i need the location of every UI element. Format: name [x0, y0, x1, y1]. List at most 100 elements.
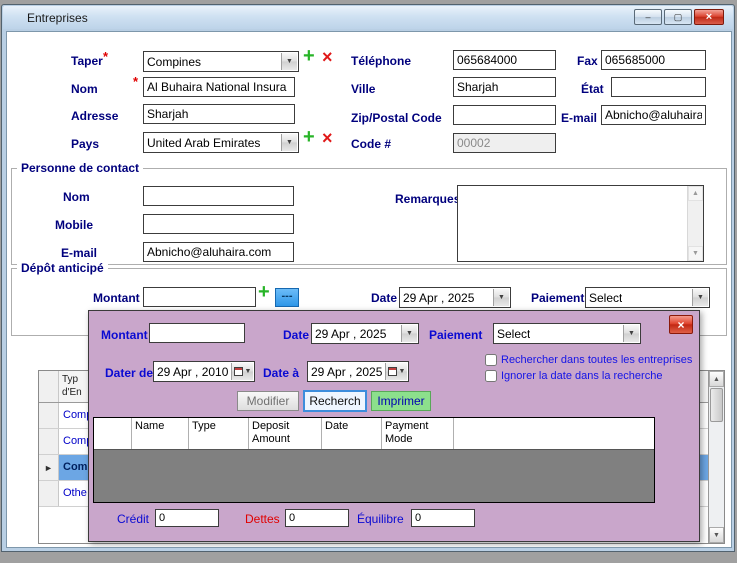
modifier-button[interactable]: Modifier: [237, 391, 299, 411]
check-ignore-date-box[interactable]: [485, 370, 497, 382]
taper-label: Taper: [71, 54, 103, 68]
contact-mobile-label: Mobile: [55, 218, 93, 232]
dialog-paiement-select[interactable]: Select ▼: [493, 323, 641, 344]
dialog-paiement-label: Paiement: [429, 328, 482, 342]
grid-scrollbar[interactable]: ▲ ▼: [708, 371, 724, 543]
nom-input[interactable]: [143, 77, 295, 97]
equilibre-label: Équilibre: [357, 512, 404, 526]
form-client-area: Taper * Compines ▼ + × Téléphone Fax Nom…: [6, 31, 732, 548]
contact-nom-input[interactable]: [143, 186, 294, 206]
fax-input[interactable]: [601, 50, 706, 70]
browse-deposits-button[interactable]: ---: [275, 288, 299, 307]
recherch-button[interactable]: Recherch: [303, 390, 367, 412]
close-button[interactable]: ×: [694, 9, 724, 25]
check-all-companies-box[interactable]: [485, 354, 497, 366]
row-selector[interactable]: [39, 481, 59, 506]
delete-country-icon[interactable]: ×: [322, 128, 333, 148]
row-selector[interactable]: [39, 429, 59, 454]
taper-select[interactable]: Compines ▼: [143, 51, 299, 72]
dialog-close-button[interactable]: ×: [669, 315, 693, 334]
date-a-picker[interactable]: 29 Apr , 2025 ▼: [307, 361, 409, 382]
scroll-down-icon[interactable]: ▼: [688, 246, 703, 261]
check-ignore-date[interactable]: Ignorer la date dans la recherche: [485, 370, 662, 383]
montant-input[interactable]: [143, 287, 256, 307]
remarques-input[interactable]: ▲ ▼: [457, 185, 704, 262]
row-selector[interactable]: [39, 403, 59, 428]
paiement-select[interactable]: Select ▼: [585, 287, 710, 308]
contact-email-label: E-mail: [61, 246, 97, 260]
close-icon: ×: [706, 11, 712, 23]
pays-select[interactable]: United Arab Emirates ▼: [143, 132, 299, 153]
scroll-up-icon[interactable]: ▲: [709, 371, 724, 387]
table-header-deposit-amount[interactable]: Deposit Amount: [249, 418, 322, 449]
paiement-value: Select: [589, 291, 622, 305]
close-icon: ×: [677, 318, 684, 332]
date-a-label: Date à: [263, 366, 299, 380]
add-type-icon[interactable]: +: [303, 46, 315, 66]
dialog-date-label: Date: [283, 328, 309, 342]
titlebar[interactable]: Entreprises – ▢ ×: [3, 6, 733, 29]
date-a-value: 29 Apr , 2025: [311, 365, 382, 379]
adresse-input[interactable]: [143, 104, 295, 124]
credit-input[interactable]: [155, 509, 219, 527]
chevron-down-icon: ▼: [281, 53, 297, 70]
dater-de-picker[interactable]: 29 Apr , 2010 ▼: [153, 361, 255, 382]
zip-input[interactable]: [453, 105, 556, 125]
adresse-label: Adresse: [71, 109, 118, 123]
dialog-montant-input[interactable]: [149, 323, 245, 343]
credit-label: Crédit: [117, 512, 149, 526]
contact-nom-label: Nom: [63, 190, 90, 204]
contact-email-input[interactable]: [143, 242, 294, 262]
ville-input[interactable]: [453, 77, 556, 97]
deposit-date-select[interactable]: 29 Apr , 2025 ▼: [399, 287, 511, 308]
dialog-date-value: 29 Apr , 2025: [315, 327, 386, 341]
etat-label: État: [581, 82, 604, 96]
equilibre-input[interactable]: [411, 509, 475, 527]
dialog-montant-label: Montant: [101, 328, 148, 342]
dettes-input[interactable]: [285, 509, 349, 527]
remarques-label: Remarques: [395, 192, 460, 206]
scrollbar-thumb[interactable]: [710, 388, 723, 422]
window-title: Entreprises: [27, 11, 88, 25]
maximize-button[interactable]: ▢: [664, 9, 692, 25]
scroll-up-icon[interactable]: ▲: [688, 186, 703, 201]
email-input[interactable]: [601, 105, 706, 125]
zip-label: Zip/Postal Code: [351, 111, 442, 125]
add-deposit-icon[interactable]: +: [258, 282, 270, 302]
taper-value: Compines: [147, 55, 201, 69]
table-header-date[interactable]: Date: [322, 418, 382, 449]
dialog-date-select[interactable]: 29 Apr , 2025 ▼: [311, 323, 419, 344]
deposit-group-title: Dépôt anticipé: [17, 261, 108, 275]
imprimer-button[interactable]: Imprimer: [371, 391, 431, 411]
table-header-selector: [94, 418, 132, 449]
remarques-scrollbar[interactable]: ▲ ▼: [687, 186, 703, 261]
scroll-down-icon[interactable]: ▼: [709, 527, 724, 543]
contact-group-title: Personne de contact: [17, 161, 143, 175]
contact-mobile-input[interactable]: [143, 214, 294, 234]
add-country-icon[interactable]: +: [303, 127, 315, 147]
taper-required-marker: *: [103, 49, 108, 64]
dater-de-label: Dater de: [105, 366, 153, 380]
maximize-icon: ▢: [674, 12, 683, 23]
dater-de-value: 29 Apr , 2010: [157, 365, 228, 379]
chevron-down-icon: ▼: [623, 325, 639, 342]
deposit-date-label: Date: [371, 291, 397, 305]
current-row-icon: ►: [44, 463, 53, 473]
table-header-payment-mode[interactable]: Payment Mode: [382, 418, 454, 449]
table-header-type[interactable]: Type: [189, 418, 249, 449]
table-header-filler: [454, 418, 654, 449]
nom-required-marker: *: [133, 74, 138, 89]
calendar-icon: ▼: [231, 363, 253, 380]
calendar-icon: ▼: [385, 363, 407, 380]
row-selector[interactable]: ►: [39, 455, 59, 480]
etat-input[interactable]: [611, 77, 706, 97]
ville-label: Ville: [351, 82, 375, 96]
deposit-search-dialog: × Montant Date 29 Apr , 2025 ▼ Paiement …: [88, 310, 700, 542]
table-header-name[interactable]: Name: [132, 418, 189, 449]
code-label: Code #: [351, 137, 391, 151]
deposits-table[interactable]: Name Type Deposit Amount Date Payment Mo…: [93, 417, 655, 503]
delete-type-icon[interactable]: ×: [322, 47, 333, 67]
check-all-companies[interactable]: Rechercher dans toutes les entreprises: [485, 354, 692, 367]
telephone-input[interactable]: [453, 50, 556, 70]
minimize-button[interactable]: –: [634, 9, 662, 25]
